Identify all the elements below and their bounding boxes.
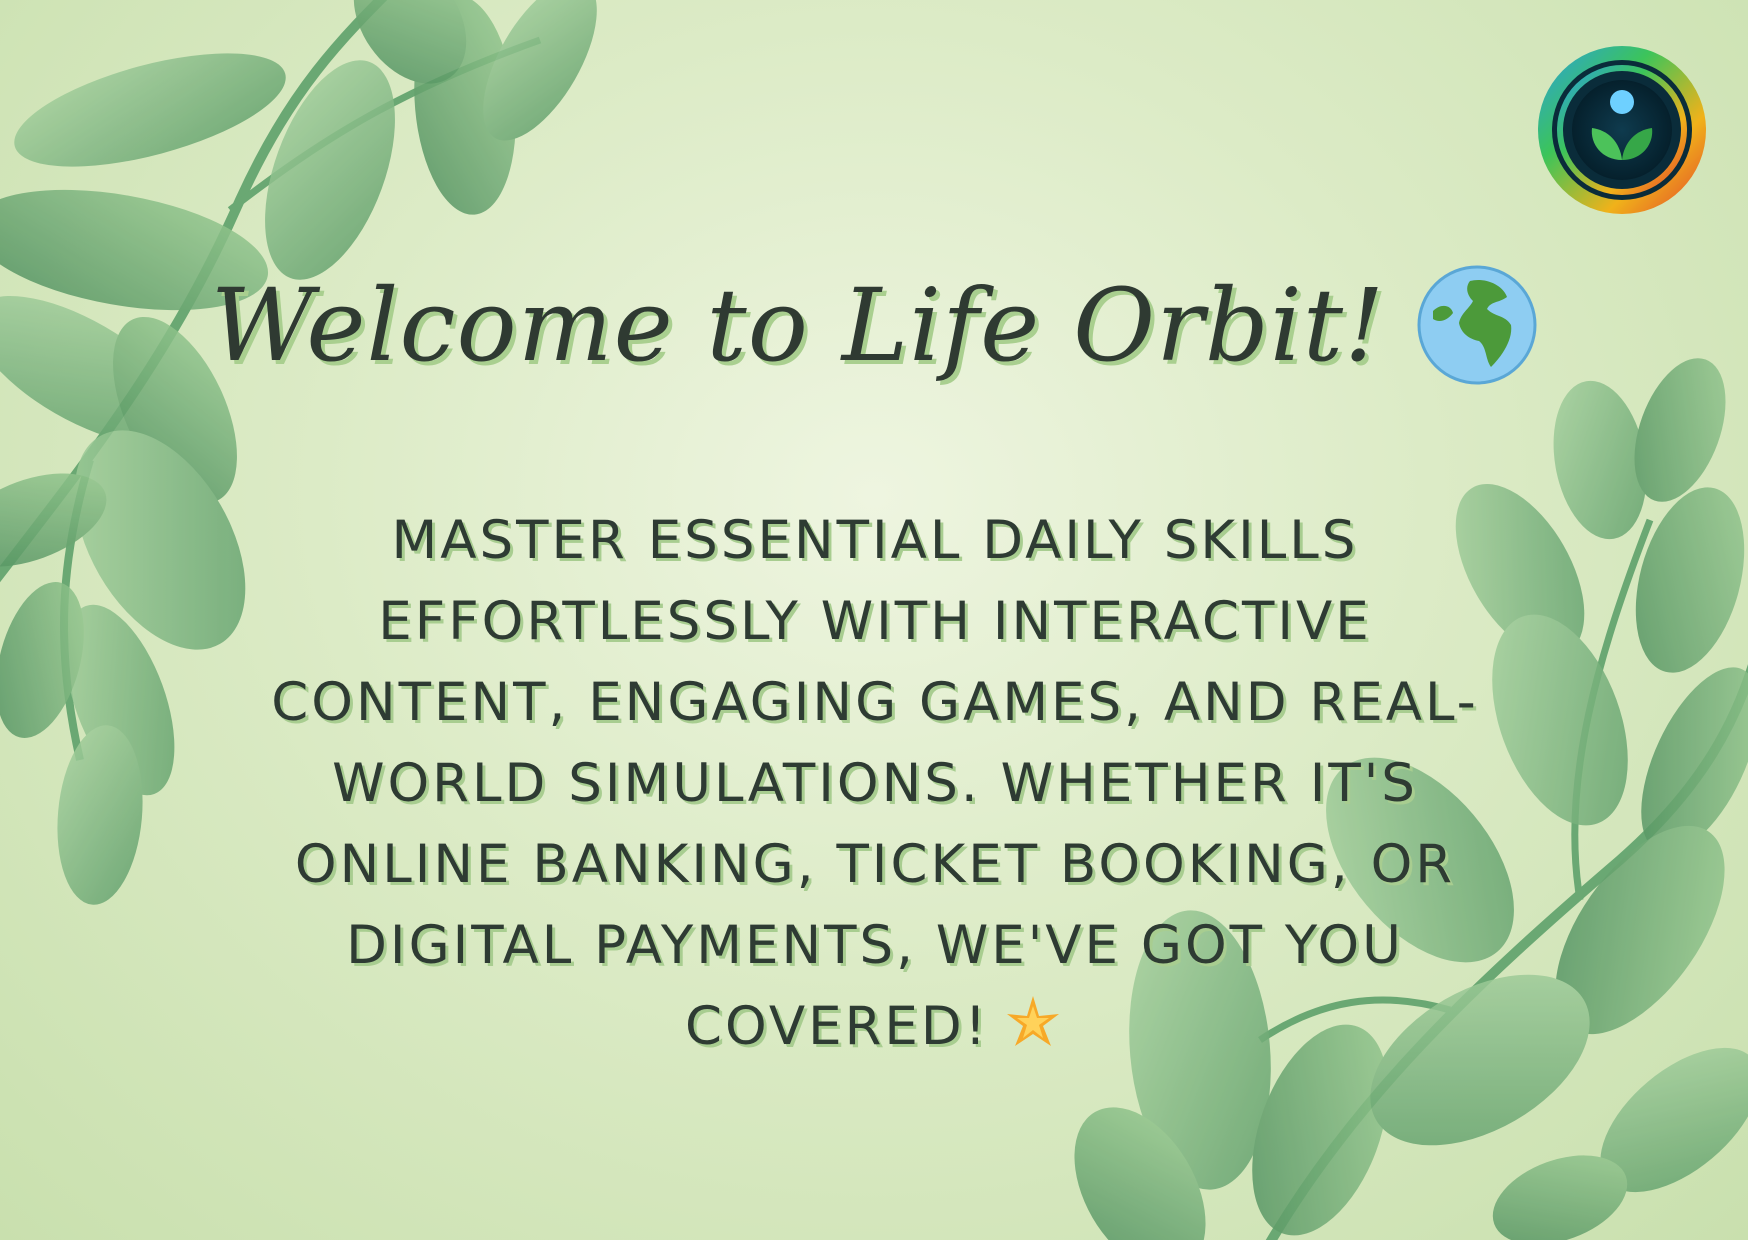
life-orbit-logo-icon [1538,46,1706,214]
globe-icon [1417,265,1537,385]
description-text: MASTER ESSENTIAL DAILY SKILLS EFFORTLESS… [230,500,1520,1067]
welcome-card: Welcome to Life Orbit! MASTER ESSENTIAL … [0,0,1748,1240]
page-title: Welcome to Life Orbit! [210,266,1386,384]
welcome-title: Welcome to Life Orbit! [211,225,1537,425]
description-body: MASTER ESSENTIAL DAILY SKILLS EFFORTLESS… [271,510,1479,1057]
sparkle-star-icon [1006,996,1059,1047]
